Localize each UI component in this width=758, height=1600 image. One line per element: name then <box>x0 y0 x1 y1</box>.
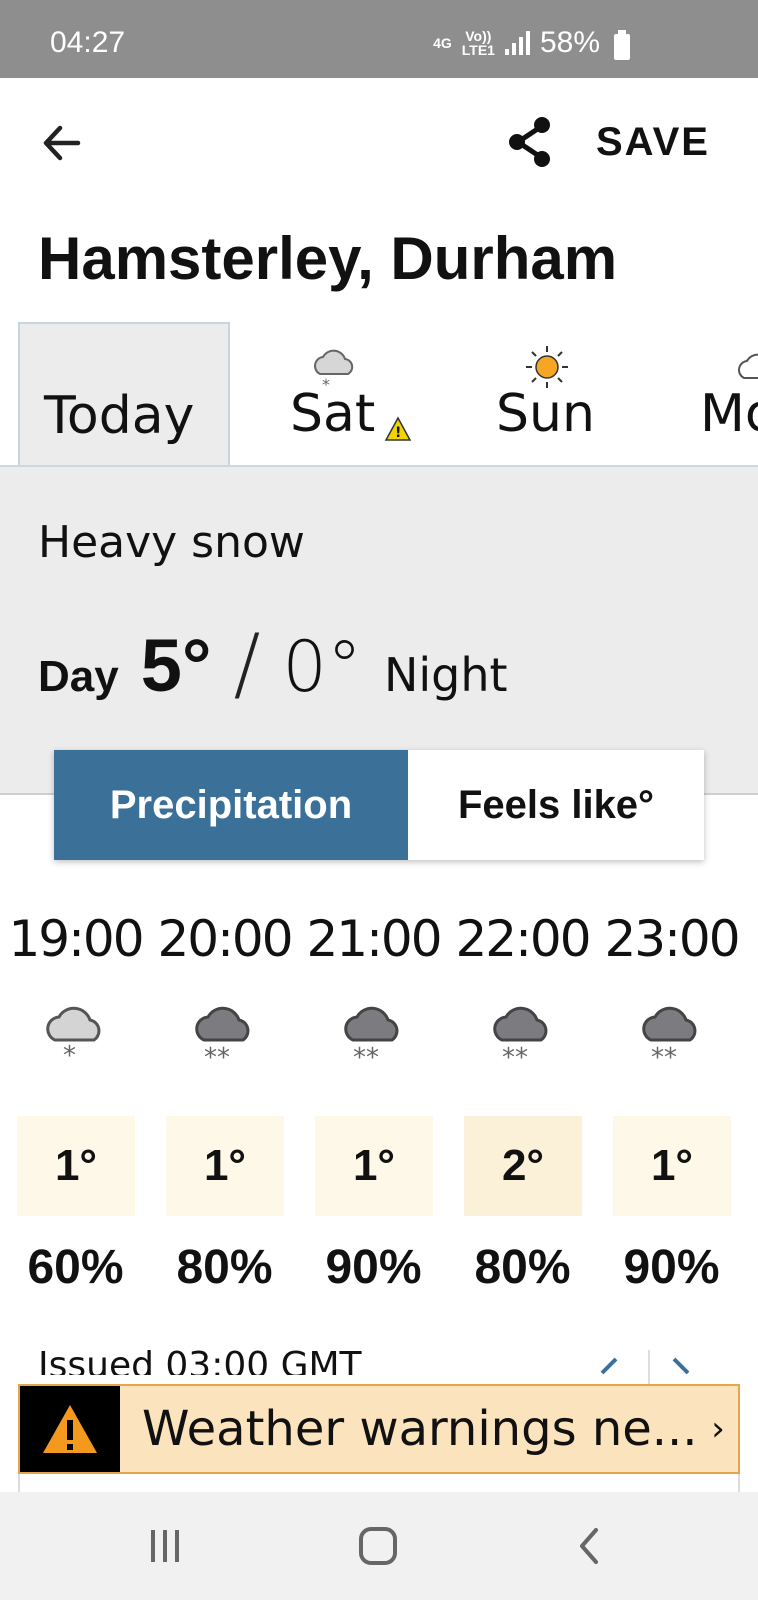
tab-label: Sun <box>496 384 595 444</box>
hour-column[interactable]: 19:00 * 1° 60% <box>1 900 150 1300</box>
temp-separator: / <box>233 617 261 710</box>
svg-text:*: * <box>63 1041 76 1066</box>
back-button[interactable] <box>38 118 88 168</box>
hour-temperature: 1° <box>17 1116 135 1216</box>
day-tabs: Today * Sat ! Sun Mc <box>0 322 758 467</box>
svg-text:**: ** <box>502 1043 528 1066</box>
tab-sun[interactable]: Sun <box>460 322 660 465</box>
back-nav-button[interactable] <box>540 1492 640 1600</box>
hour-temperature: 1° <box>315 1116 433 1216</box>
hour-precipitation: 90% <box>325 1241 422 1294</box>
hour-precipitation: 80% <box>474 1241 571 1294</box>
light-snow-cloud-icon: * <box>46 1006 101 1066</box>
cloud-icon <box>738 353 758 379</box>
hour-column[interactable]: 21:00 ** 1° 90% <box>299 900 448 1300</box>
recent-apps-button[interactable] <box>115 1492 215 1600</box>
save-button[interactable]: SAVE <box>596 120 710 165</box>
network-4g-indicator: 4G <box>433 35 452 51</box>
issued-time-row: Issued 03:00 GMT <box>0 1345 758 1375</box>
svg-text:**: ** <box>651 1043 677 1066</box>
card-edge <box>18 1474 740 1492</box>
temperature-row: Day 5° / 0° Night <box>38 617 508 710</box>
home-button[interactable] <box>328 1492 428 1600</box>
heavy-snow-cloud-icon: ** <box>344 1006 399 1066</box>
svg-text:!: ! <box>395 425 401 441</box>
day-label: Day <box>38 652 119 701</box>
status-bar: 04:27 4G Vo)) LTE1 58% <box>0 0 758 78</box>
battery-icon <box>614 30 630 60</box>
feels-like-toggle[interactable]: Feels like° <box>408 750 704 860</box>
recent-apps-icon <box>151 1530 179 1562</box>
warning-text: Weather warnings ne... <box>142 1401 698 1457</box>
hour-temperature: 2° <box>464 1116 582 1216</box>
hour-precipitation: 80% <box>176 1241 273 1294</box>
tab-today[interactable]: Today <box>18 322 230 465</box>
signal-icon <box>504 31 530 55</box>
heavy-snow-cloud-icon: ** <box>642 1006 697 1066</box>
weather-warnings-banner[interactable]: Weather warnings ne... › <box>18 1384 740 1474</box>
tab-label: Sat <box>290 384 376 444</box>
arrow-left-icon <box>43 125 81 161</box>
svg-text:**: ** <box>353 1043 379 1066</box>
night-label: Night <box>383 648 508 702</box>
hour-column[interactable]: 23:00 ** 1° 90% <box>597 900 746 1300</box>
hour-time: 23:00 <box>604 910 740 968</box>
share-button[interactable] <box>506 112 556 172</box>
status-indicators: 4G Vo)) LTE1 58% <box>433 26 630 60</box>
day-summary: Heavy snow Day 5° / 0° Night <box>0 467 758 795</box>
tab-mon[interactable]: Mc <box>680 322 758 465</box>
warning-icon-box <box>20 1386 120 1472</box>
day-temperature: 5° <box>140 624 212 707</box>
heavy-snow-cloud-icon: ** <box>195 1006 250 1066</box>
svg-text:**: ** <box>204 1043 230 1066</box>
hour-time: 21:00 <box>306 910 442 968</box>
precipitation-toggle[interactable]: Precipitation <box>54 750 408 860</box>
hour-time: 22:00 <box>455 910 591 968</box>
hour-column[interactable]: 22:00 ** 2° 80% <box>448 900 597 1300</box>
battery-percent: 58% <box>539 26 600 59</box>
share-icon <box>509 117 550 167</box>
chevron-left-icon <box>580 1528 598 1564</box>
chevron-right-icon: › <box>711 1409 725 1449</box>
night-temperature: 0° <box>282 626 362 708</box>
warning-triangle-icon: ! <box>384 416 412 441</box>
hour-precipitation: 90% <box>623 1241 720 1294</box>
tab-sat[interactable]: * Sat ! <box>246 322 446 465</box>
hour-column[interactable]: 20:00 ** 1° 80% <box>150 900 299 1300</box>
hour-time: 20:00 <box>157 910 293 968</box>
view-toggle: Precipitation Feels like° <box>54 750 704 860</box>
status-time: 04:27 <box>50 26 126 59</box>
hour-temperature: 1° <box>166 1116 284 1216</box>
hour-precipitation: 60% <box>27 1241 124 1294</box>
page-title: Hamsterley, Durham <box>38 225 618 292</box>
network-volte-indicator: Vo)) LTE1 <box>461 28 495 58</box>
hour-temperature: 1° <box>613 1116 731 1216</box>
home-icon <box>359 1527 397 1565</box>
weather-condition: Heavy snow <box>38 517 305 568</box>
tab-label: Today <box>44 386 195 446</box>
heavy-snow-cloud-icon: ** <box>493 1006 548 1066</box>
issued-time: Issued 03:00 GMT <box>38 1345 362 1375</box>
tab-label: Mc <box>700 384 758 444</box>
system-nav-bar <box>0 1492 758 1600</box>
warning-icon <box>43 1405 97 1453</box>
hourly-forecast: 19:00 * 1° 60% 20:00 ** 1° 80% 21:00 ** … <box>0 900 758 1300</box>
hour-time: 19:00 <box>8 910 144 968</box>
